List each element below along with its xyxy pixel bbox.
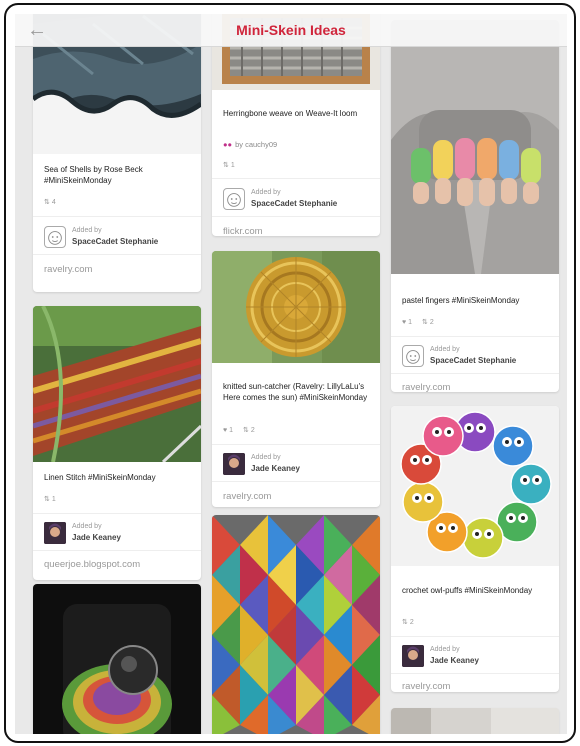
- added-by[interactable]: Added by SpaceCadet Stephanie: [402, 345, 552, 369]
- pin-description: crochet owl-puffs #MiniSkeinMonday: [402, 586, 533, 595]
- added-by[interactable]: Added by Jade Keaney: [402, 645, 552, 669]
- added-label: Added by: [72, 523, 102, 530]
- pin-card[interactable]: [33, 584, 201, 734]
- avatar: [44, 226, 66, 248]
- repin-icon: ⇅: [243, 427, 249, 434]
- pin-image-linen-stitch[interactable]: [33, 306, 201, 462]
- tablet-frame: Sea of Shells by Rose Beck #MiniSkeinMon…: [4, 3, 576, 743]
- pin-image-gear-knob[interactable]: [33, 584, 201, 734]
- avatar: [402, 645, 424, 667]
- added-label: Added by: [430, 346, 460, 353]
- repin-icon: ⇅: [44, 199, 50, 206]
- pin-domain[interactable]: ravelry.com: [402, 681, 450, 692]
- top-bar: ← Mini-Skein Ideas: [15, 14, 567, 47]
- pin-stats: ⇅ 1: [223, 162, 235, 169]
- avatar: [223, 453, 245, 475]
- pin-image-blanket[interactable]: [212, 515, 380, 734]
- added-by-name[interactable]: Jade Keaney: [251, 464, 300, 473]
- pin-card[interactable]: Sea of Shells by Rose Beck #MiniSkeinMon…: [33, 14, 201, 292]
- divider: [212, 178, 380, 179]
- added-by[interactable]: Added by Jade Keaney: [44, 522, 194, 546]
- repin-icon: ⇅: [422, 319, 428, 326]
- like-heart-icon: ♥: [402, 319, 407, 326]
- divider: [33, 513, 201, 514]
- added-label: Added by: [72, 227, 102, 234]
- repin-icon: ⇅: [402, 619, 408, 626]
- pin-image-pastel-fingers[interactable]: [391, 20, 559, 274]
- pin-card[interactable]: [391, 708, 559, 734]
- divider: [212, 216, 380, 217]
- added-by[interactable]: Added by SpaceCadet Stephanie: [223, 188, 373, 212]
- pin-card[interactable]: Herringbone weave on Weave-It loom ●● by …: [212, 14, 380, 236]
- avatar: [44, 522, 66, 544]
- divider: [212, 444, 380, 445]
- divider: [33, 254, 201, 255]
- pin-domain[interactable]: ravelry.com: [223, 491, 271, 502]
- pin-stats: ⇅ 1: [44, 496, 56, 503]
- added-label: Added by: [251, 454, 281, 461]
- source-dot-icon: ●●: [223, 140, 233, 149]
- added-by-name[interactable]: Jade Keaney: [72, 533, 121, 542]
- pin-description: Linen Stitch #MiniSkeinMonday: [44, 473, 156, 482]
- pin-description: Sea of Shells by Rose Beck #MiniSkeinMon…: [44, 165, 143, 185]
- pin-image-sun-catcher[interactable]: [212, 251, 380, 363]
- pin-card[interactable]: Linen Stitch #MiniSkeinMonday ⇅ 1 Added b…: [33, 306, 201, 580]
- divider: [391, 673, 559, 674]
- pin-stats: ♥ 1 ⇅ 2: [223, 427, 255, 434]
- pin-card[interactable]: [212, 515, 380, 734]
- divider: [391, 336, 559, 337]
- pin-description: Herringbone weave on Weave-It loom: [223, 109, 358, 118]
- pin-stats: ⇅ 4: [44, 199, 56, 206]
- pin-description: knitted sun-catcher (Ravelry: LillyLaLu'…: [223, 382, 368, 402]
- pin-image-partial[interactable]: [391, 708, 559, 734]
- added-by-name[interactable]: SpaceCadet Stephanie: [251, 199, 337, 208]
- board-title: Mini-Skein Ideas: [236, 22, 346, 38]
- added-by-name[interactable]: SpaceCadet Stephanie: [430, 356, 516, 365]
- divider: [33, 216, 201, 217]
- pin-source[interactable]: ●● by cauchy09: [223, 140, 277, 149]
- divider: [33, 550, 201, 551]
- screen: Sea of Shells by Rose Beck #MiniSkeinMon…: [15, 14, 567, 734]
- avatar: [223, 188, 245, 210]
- like-heart-icon: ♥: [223, 427, 228, 434]
- added-label: Added by: [251, 189, 281, 196]
- added-by[interactable]: Added by Jade Keaney: [223, 453, 373, 477]
- added-by-name[interactable]: Jade Keaney: [430, 656, 479, 665]
- avatar: [402, 345, 424, 367]
- pin-card[interactable]: knitted sun-catcher (Ravelry: LillyLaLu'…: [212, 251, 380, 507]
- repin-icon: ⇅: [223, 162, 229, 169]
- divider: [212, 481, 380, 482]
- divider: [391, 373, 559, 374]
- pin-description: pastel fingers #MiniSkeinMonday: [402, 296, 520, 305]
- pin-stats: ♥ 1 ⇅ 2: [402, 319, 434, 326]
- pin-domain[interactable]: flickr.com: [223, 226, 263, 236]
- divider: [391, 636, 559, 637]
- added-by-name[interactable]: SpaceCadet Stephanie: [72, 237, 158, 246]
- repin-icon: ⇅: [44, 496, 50, 503]
- added-by[interactable]: Added by SpaceCadet Stephanie: [44, 226, 194, 250]
- pin-stats: ⇅ 2: [402, 619, 414, 626]
- pin-card[interactable]: pastel fingers #MiniSkeinMonday ♥ 1 ⇅ 2 Ad…: [391, 20, 559, 392]
- pin-domain[interactable]: ravelry.com: [44, 264, 92, 275]
- pin-image-owl-puffs[interactable]: [391, 406, 559, 566]
- added-label: Added by: [430, 646, 460, 653]
- pin-domain[interactable]: queerjoe.blogspot.com: [44, 559, 140, 570]
- pin-domain[interactable]: ravelry.com: [402, 382, 450, 392]
- pin-card[interactable]: crochet owl-puffs #MiniSkeinMonday ⇅ 2 Ad…: [391, 406, 559, 692]
